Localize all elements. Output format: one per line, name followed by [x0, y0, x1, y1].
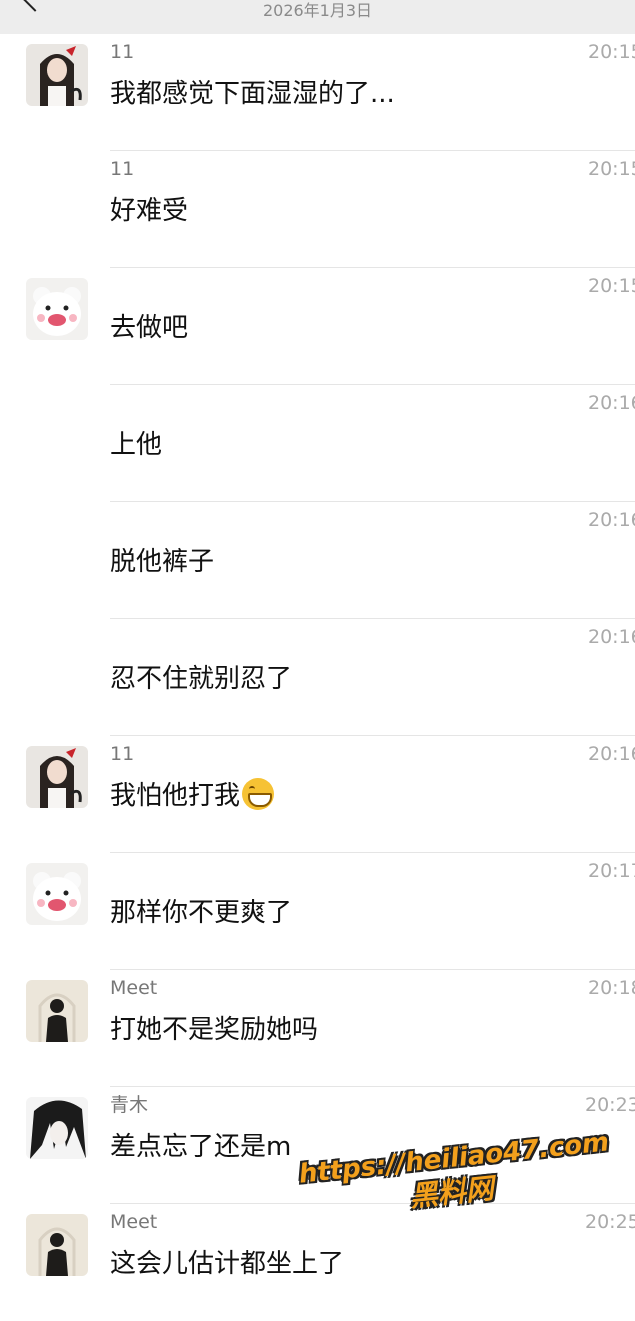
- message-row: 11 20:15 我都感觉下面湿湿的了...: [0, 34, 635, 151]
- message-text[interactable]: 打她不是奖励她吗: [110, 1012, 318, 1048]
- message-time: 20:15: [588, 41, 635, 63]
- message-row: Meet 20:18 打她不是奖励她吗: [0, 970, 635, 1087]
- message-row: 20:16 忍不住就别忍了: [0, 619, 635, 736]
- message-text[interactable]: 这会儿估计都坐上了: [110, 1246, 344, 1282]
- avatar[interactable]: [26, 1097, 88, 1159]
- message-text[interactable]: 我怕他打我: [110, 778, 275, 814]
- message-text[interactable]: 那样你不更爽了: [110, 895, 292, 931]
- avatar[interactable]: [26, 980, 88, 1042]
- message-text[interactable]: 我都感觉下面湿湿的了...: [110, 76, 395, 112]
- message-time: 20:16: [588, 509, 635, 531]
- message-row: 11 20:15 好难受: [0, 151, 635, 268]
- message-time: 20:16: [588, 392, 635, 414]
- message-text[interactable]: 差点忘了还是m: [110, 1129, 291, 1165]
- message-row: 20:17 那样你不更爽了: [0, 853, 635, 970]
- message-time: 20:18: [588, 977, 635, 999]
- message-time: 20:16: [588, 743, 635, 765]
- message-row: 11 20:16 我怕他打我: [0, 736, 635, 853]
- message-time: 20:15: [588, 158, 635, 180]
- message-text[interactable]: 去做吧: [110, 310, 188, 346]
- message-row: 20:15 去做吧: [0, 268, 635, 385]
- sender-name: 11: [110, 158, 135, 180]
- avatar[interactable]: [26, 278, 88, 340]
- message-row: 20:16 上他: [0, 385, 635, 502]
- top-bar: 2026年1月3日: [0, 0, 635, 34]
- sender-name: 11: [110, 743, 135, 765]
- sender-name: Meet: [110, 1211, 158, 1233]
- message-row: 20:16 脱他裤子: [0, 502, 635, 619]
- avatar[interactable]: [26, 1214, 88, 1276]
- message-text[interactable]: 好难受: [110, 193, 188, 229]
- message-text[interactable]: 上他: [110, 427, 162, 463]
- message-text[interactable]: 脱他裤子: [110, 544, 214, 580]
- avatar[interactable]: [26, 746, 88, 808]
- message-time: 20:23: [585, 1094, 635, 1116]
- message-text[interactable]: 忍不住就别忍了: [110, 661, 292, 697]
- message-time: 20:15: [588, 275, 635, 297]
- message-time: 20:17: [588, 860, 635, 882]
- grin-emoji-icon: [242, 778, 275, 810]
- date-header: 2026年1月3日: [262, 1, 373, 20]
- sender-name: 青木: [110, 1094, 149, 1116]
- message-time: 20:16: [588, 626, 635, 648]
- message-time: 20:25: [585, 1211, 635, 1233]
- sender-name: 11: [110, 41, 135, 63]
- avatar[interactable]: [26, 863, 88, 925]
- sender-name: Meet: [110, 977, 158, 999]
- avatar[interactable]: [26, 44, 88, 106]
- message-text-content: 我怕他打我: [110, 781, 241, 811]
